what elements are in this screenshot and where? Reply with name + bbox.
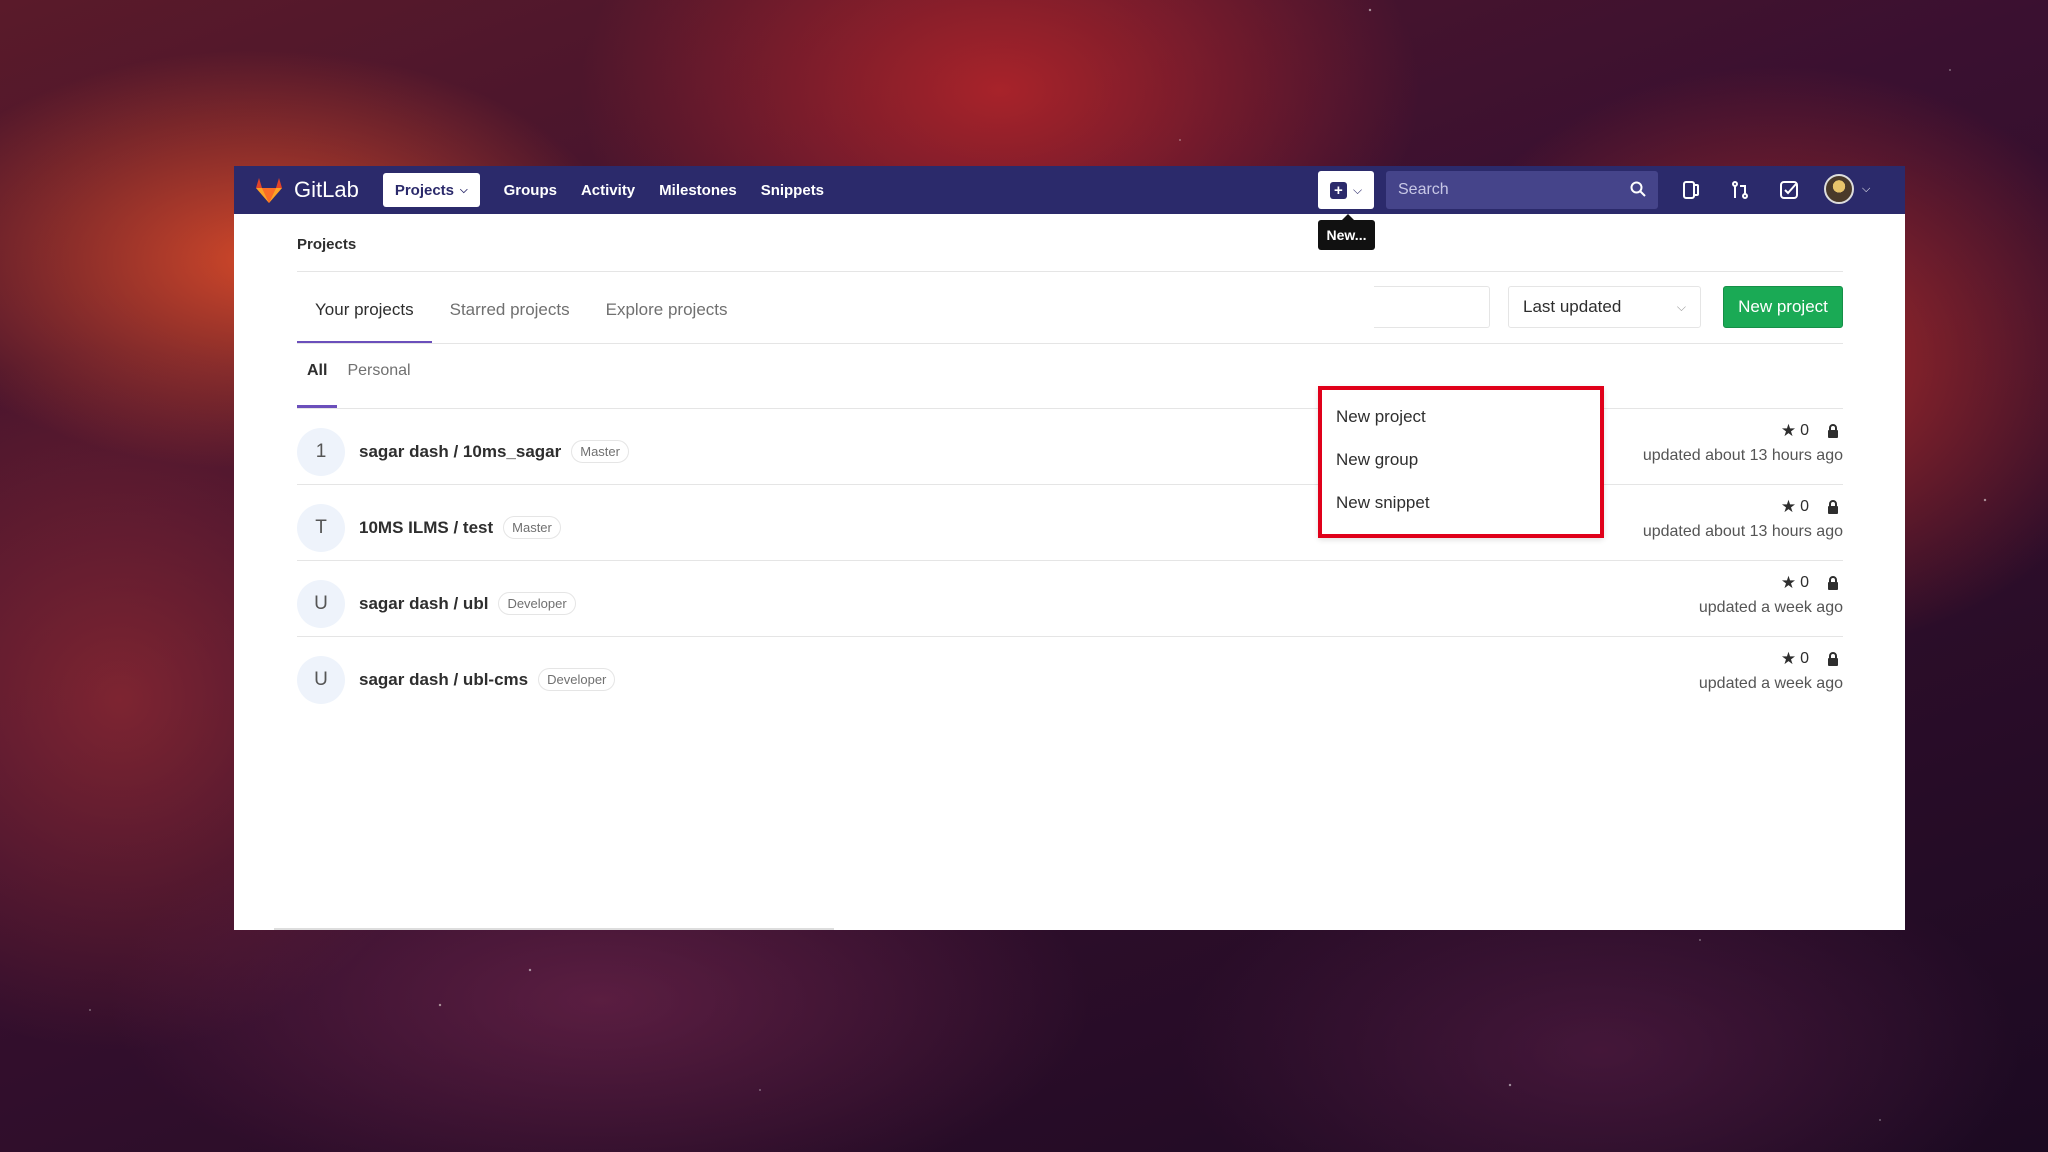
project-row[interactable]: U sagar dash / ubl Developer ★ 0 updated … [297,561,1843,637]
breadcrumb[interactable]: Projects [297,236,356,253]
project-avatar[interactable]: 1 [297,428,345,476]
new-project-button[interactable]: New project [1723,286,1843,328]
sort-value: Last updated [1523,297,1622,316]
lock-icon [1828,652,1838,666]
star-count: 0 [1800,650,1809,667]
project-avatar[interactable]: U [297,580,345,628]
project-meta: ★ 0 updated about 13 hours ago [1643,421,1843,465]
menu-item-new-project[interactable]: New project [1336,407,1426,427]
lock-icon [1828,500,1838,514]
lock-icon [1828,424,1838,438]
subtab-personal[interactable]: Personal [337,362,420,408]
star-icon: ★ [1780,497,1797,516]
new-dropdown-button[interactable]: + ⌵ [1318,171,1374,209]
todos-icon[interactable] [1777,178,1801,202]
project-title[interactable]: sagar dash / ubl-cms Developer [359,668,616,692]
menu-item-new-group[interactable]: New group [1336,450,1418,470]
merge-request-icon[interactable] [1728,178,1752,202]
nav-projects-label: Projects [394,181,455,199]
access-level-badge: Developer [498,592,576,615]
divider [297,343,1843,344]
project-name[interactable]: sagar dash / ubl-cms [359,670,528,689]
new-tooltip: New... [1318,214,1375,250]
nav-snippets[interactable]: Snippets [749,173,836,207]
gitlab-logo[interactable]: GitLab [254,176,383,204]
user-menu[interactable]: ⌵ [1824,174,1870,204]
menu-item-new-snippet[interactable]: New snippet [1336,493,1430,513]
nav-milestones[interactable]: Milestones [647,173,749,207]
chevron-down-icon: ⌵ [460,184,468,196]
project-meta: ★ 0 updated about 13 hours ago [1643,497,1843,541]
nav-projects-dropdown[interactable]: Projects ⌵ [382,173,480,207]
updated-time: updated a week ago [1698,599,1843,616]
project-row[interactable]: T 10MS ILMS / test Master ★ 0 updated abo… [297,485,1843,561]
updated-time: updated about 13 hours ago [1642,523,1843,540]
new-dropdown-menu: New project New group New snippet [1318,386,1604,538]
plus-square-icon: + [1329,181,1347,199]
star-icon: ★ [1780,573,1797,592]
avatar [1824,174,1854,204]
project-row[interactable]: U sagar dash / ubl-cms Developer ★ 0 upda… [297,637,1843,713]
tab-explore-projects[interactable]: Explore projects [588,290,746,344]
star-count: 0 [1800,574,1809,591]
search-field[interactable] [1386,171,1658,209]
project-title[interactable]: sagar dash / ubl Developer [359,592,576,616]
star-icon: ★ [1780,649,1797,668]
project-title[interactable]: sagar dash / 10ms_sagar Master [359,440,629,464]
project-name[interactable]: 10MS ILMS / test [359,518,493,537]
nav-groups[interactable]: Groups [492,173,569,207]
project-meta: ★ 0 updated a week ago [1699,649,1843,693]
updated-time: updated about 13 hours ago [1642,447,1843,464]
chevron-down-icon: ⌵ [1352,182,1363,197]
access-level-badge: Master [503,516,561,539]
nav-activity[interactable]: Activity [569,173,647,207]
star-count: 0 [1800,422,1809,439]
project-avatar[interactable]: U [297,656,345,704]
updated-time: updated a week ago [1698,675,1843,692]
project-avatar[interactable]: T [297,504,345,552]
search-icon [1630,181,1646,197]
star-icon: ★ [1780,421,1797,440]
project-row[interactable]: 1 sagar dash / 10ms_sagar Master ★ 0 upda… [297,409,1843,485]
filter-by-name-input[interactable] [1374,286,1490,328]
project-list: 1 sagar dash / 10ms_sagar Master ★ 0 upda… [297,409,1843,713]
chevron-down-icon: ⌵ [1676,299,1686,314]
project-title[interactable]: 10MS ILMS / test Master [359,516,561,540]
access-level-badge: Developer [538,668,616,691]
project-name[interactable]: sagar dash / 10ms_sagar [359,442,561,461]
chevron-down-icon: ⌵ [1862,182,1871,195]
fox-logo-icon [256,178,282,203]
gitlab-window: GitLab Projects ⌵ Groups Activity Milest… [234,166,1905,930]
project-subtabs: All Personal [297,362,421,408]
lock-icon [1828,576,1838,590]
divider [297,271,1843,272]
tab-starred-projects[interactable]: Starred projects [432,290,588,344]
horizontal-scrollbar[interactable] [274,928,834,930]
search-input[interactable] [1398,181,1618,199]
access-level-badge: Master [571,440,629,463]
project-meta: ★ 0 updated a week ago [1699,573,1843,617]
tab-your-projects[interactable]: Your projects [297,290,432,344]
top-navbar: GitLab Projects ⌵ Groups Activity Milest… [234,166,1905,214]
project-tabs: Your projects Starred projects Explore p… [297,290,746,344]
issues-icon[interactable] [1679,178,1703,202]
brand-name: GitLab [294,177,359,202]
project-name[interactable]: sagar dash / ubl [359,594,488,613]
sort-dropdown[interactable]: Last updated ⌵ [1508,286,1701,328]
star-count: 0 [1800,498,1809,515]
subtab-all[interactable]: All [297,362,338,408]
